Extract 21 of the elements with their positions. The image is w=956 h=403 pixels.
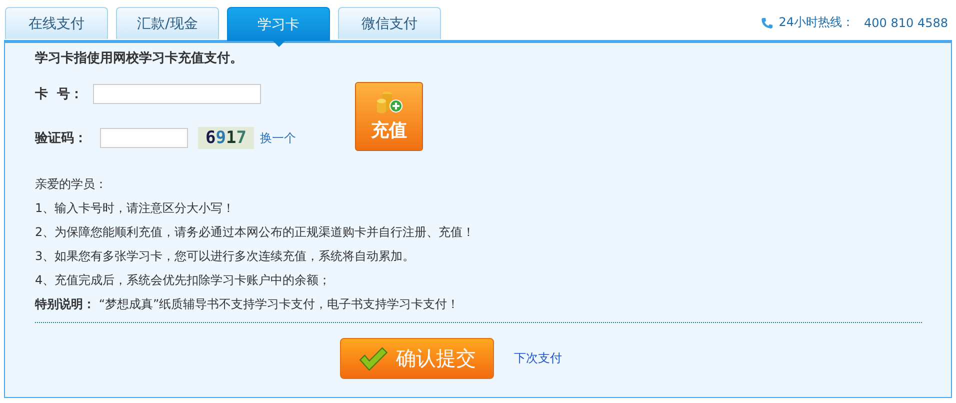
field-label: 卡 号： xyxy=(35,86,84,103)
note-text: 2、为保障您能顺利充值，请务必通过本网公布的正规渠道购卡并自行注册、充值！ xyxy=(35,224,476,241)
card-number-field[interactable] xyxy=(93,84,261,104)
pay-later-link[interactable]: 下次支付 xyxy=(514,350,562,367)
note-text: 3、如果您有多张学习卡，您可以进行多次连续充值，系统将自动累加。 xyxy=(35,248,416,265)
tab[interactable]: 在线支付 xyxy=(5,7,108,39)
tab[interactable]: 汇款/现金 xyxy=(116,7,219,39)
note-text: 特别说明： “梦想成真”纸质辅导书不支持学习卡支付，电子书支持学习卡支付！ xyxy=(35,296,460,313)
captcha-field[interactable] xyxy=(100,128,188,148)
note-text: 4、充值完成后，系统会优先扣除学习卡账户中的余额； xyxy=(35,272,332,289)
field-label: 验证码： xyxy=(35,130,88,147)
hotline-number: 400 810 4588 xyxy=(864,16,948,30)
tab[interactable]: 微信支付 xyxy=(338,7,441,39)
note-text: 亲爱的学员： xyxy=(35,176,108,193)
captcha-image: 6917 xyxy=(198,127,254,149)
note-text: 1、输入卡号时，请注意区分大小写！ xyxy=(35,200,236,217)
refresh-link[interactable]: 换一个 xyxy=(260,130,296,146)
phone-icon xyxy=(760,16,773,28)
hotline-label: 24小时热线： xyxy=(778,14,854,31)
intro-text: 学习卡指使用网校学习卡充值支付。 xyxy=(35,50,244,67)
checkmark-icon xyxy=(358,346,388,370)
